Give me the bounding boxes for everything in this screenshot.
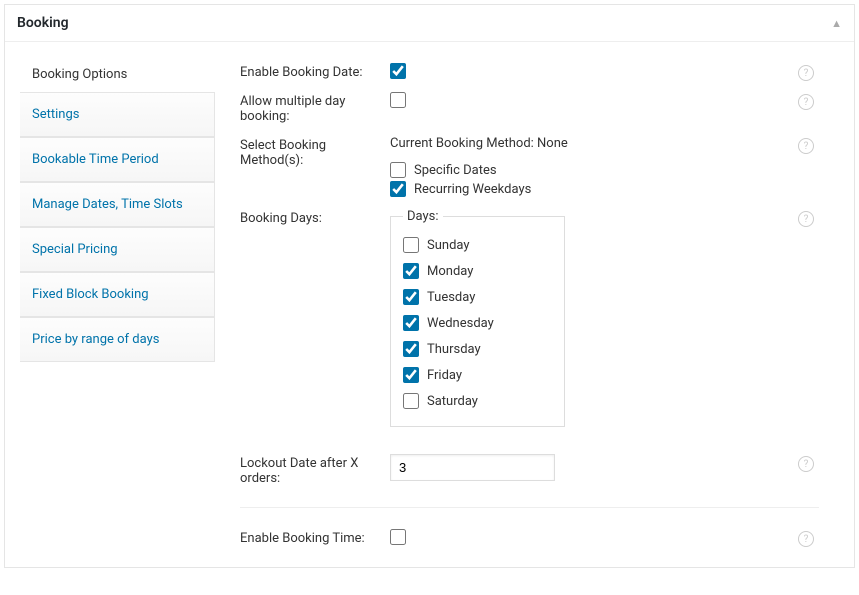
- checkbox-sunday[interactable]: [403, 237, 419, 253]
- label-enable-booking-date: Enable Booking Date:: [240, 63, 390, 80]
- label-wednesday: Wednesday: [427, 316, 494, 331]
- row-select-method: Select Booking Method(s): Current Bookin…: [240, 130, 819, 203]
- checkbox-wednesday[interactable]: [403, 315, 419, 331]
- divider: [240, 507, 819, 508]
- help-icon[interactable]: ?: [798, 94, 814, 110]
- sidebar-item-settings[interactable]: Settings: [20, 92, 215, 137]
- row-allow-multiple: Allow multiple day booking: ?: [240, 86, 819, 130]
- checkbox-saturday[interactable]: [403, 393, 419, 409]
- panel-title: Booking: [17, 15, 69, 31]
- checkbox-friday[interactable]: [403, 367, 419, 383]
- legend-days: Days:: [403, 209, 443, 224]
- label-thursday: Thursday: [427, 342, 481, 357]
- checkbox-recurring-weekdays[interactable]: [390, 181, 406, 197]
- checkbox-enable-booking-time[interactable]: [390, 529, 406, 545]
- fieldset-days: Days: Sunday Monday Tuesday: [390, 209, 565, 427]
- help-icon[interactable]: ?: [798, 211, 814, 227]
- row-booking-days: Booking Days: Days: Sunday Monday: [240, 203, 819, 433]
- help-icon[interactable]: ?: [798, 531, 814, 547]
- label-monday: Monday: [427, 264, 473, 279]
- sidebar-item-bookable-time-period[interactable]: Bookable Time Period: [20, 137, 215, 182]
- checkbox-enable-booking-date[interactable]: [390, 63, 406, 79]
- checkbox-allow-multiple[interactable]: [390, 92, 406, 108]
- settings-content: Enable Booking Date: ? Allow multiple da…: [215, 57, 839, 552]
- help-icon[interactable]: ?: [798, 65, 814, 81]
- label-booking-days: Booking Days:: [240, 209, 390, 226]
- label-enable-booking-time: Enable Booking Time:: [240, 529, 390, 546]
- panel-body: Booking Options Settings Bookable Time P…: [5, 42, 854, 567]
- row-lockout: Lockout Date after X orders: ?: [240, 448, 819, 492]
- checkbox-specific-dates[interactable]: [390, 162, 406, 178]
- current-method-text: Current Booking Method: None: [390, 136, 819, 151]
- help-icon[interactable]: ?: [798, 138, 814, 154]
- sidebar-item-manage-dates[interactable]: Manage Dates, Time Slots: [20, 182, 215, 227]
- label-tuesday: Tuesday: [427, 290, 475, 305]
- label-allow-multiple: Allow multiple day booking:: [240, 92, 390, 124]
- label-select-method: Select Booking Method(s):: [240, 136, 390, 168]
- label-saturday: Saturday: [427, 394, 478, 409]
- input-lockout[interactable]: [390, 454, 555, 481]
- row-enable-booking-date: Enable Booking Date: ?: [240, 57, 819, 86]
- sidebar-header: Booking Options: [20, 57, 215, 92]
- sidebar-item-fixed-block[interactable]: Fixed Block Booking: [20, 272, 215, 317]
- collapse-icon[interactable]: ▲: [831, 17, 842, 30]
- sidebar-item-special-pricing[interactable]: Special Pricing: [20, 227, 215, 272]
- checkbox-thursday[interactable]: [403, 341, 419, 357]
- label-sunday: Sunday: [427, 238, 470, 253]
- label-lockout: Lockout Date after X orders:: [240, 454, 390, 486]
- row-enable-booking-time: Enable Booking Time: ?: [240, 523, 819, 552]
- label-recurring-weekdays: Recurring Weekdays: [414, 182, 531, 197]
- checkbox-monday[interactable]: [403, 263, 419, 279]
- help-icon[interactable]: ?: [798, 456, 814, 472]
- sidebar: Booking Options Settings Bookable Time P…: [20, 57, 215, 552]
- panel-header[interactable]: Booking ▲: [5, 5, 854, 42]
- label-specific-dates: Specific Dates: [414, 163, 497, 178]
- label-friday: Friday: [427, 368, 462, 383]
- sidebar-item-price-range[interactable]: Price by range of days: [20, 317, 215, 362]
- checkbox-tuesday[interactable]: [403, 289, 419, 305]
- booking-panel: Booking ▲ Booking Options Settings Booka…: [4, 4, 855, 568]
